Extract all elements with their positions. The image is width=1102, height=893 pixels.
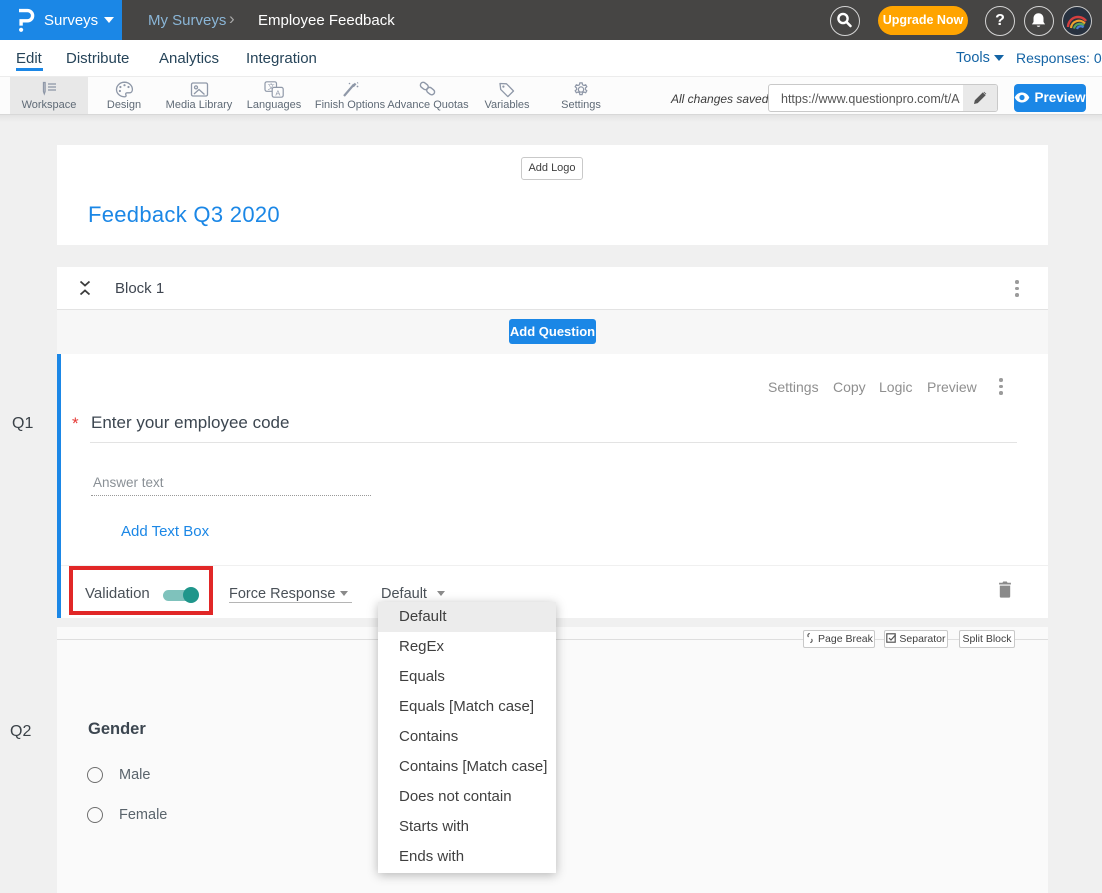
svg-text:A: A [275, 88, 280, 97]
